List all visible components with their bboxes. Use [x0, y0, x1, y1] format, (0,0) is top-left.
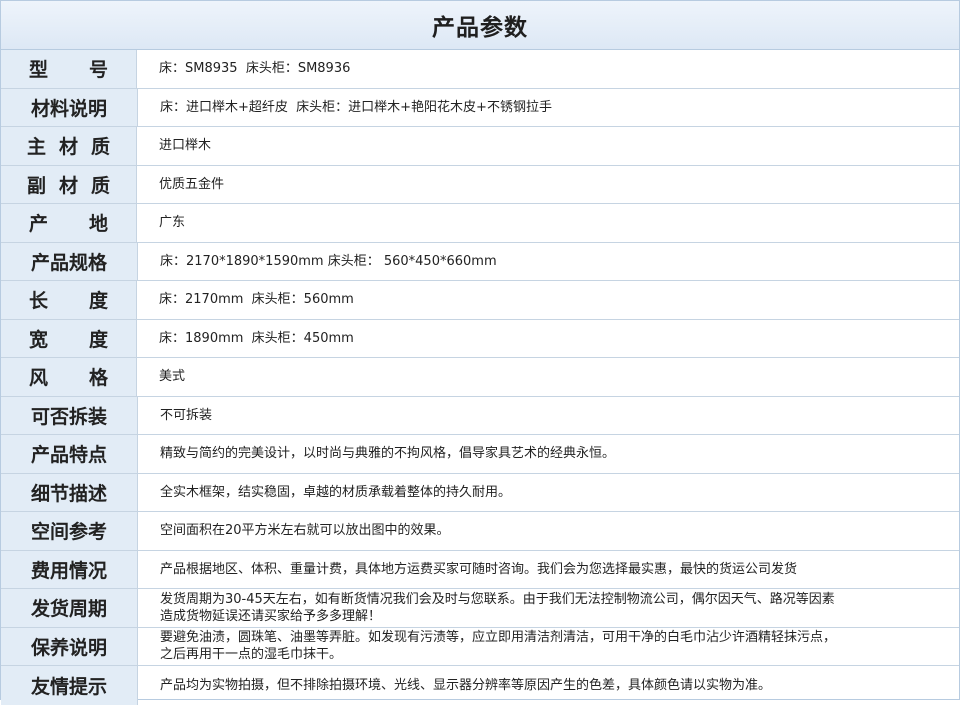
row-value: 床：进口榉木+超纤皮 床头柜：进口榉木+艳阳花木皮+不锈钢拉手	[160, 99, 552, 115]
table-row: 材料说明 床：进口榉木+超纤皮 床头柜：进口榉木+艳阳花木皮+不锈钢拉手	[1, 88, 959, 127]
table-row: 宽度床：1890mm 床头柜：450mm	[1, 319, 959, 358]
row-value: 不可拆装	[160, 407, 213, 423]
row-label-char: 材	[58, 136, 78, 159]
row-label: 型号	[1, 50, 137, 88]
table-row: 空间参考 空间面积在20平方米左右就可以放出图中的效果。	[1, 512, 959, 551]
row-label: 费用情况	[1, 550, 138, 588]
parameters-rows: 型号床：SM8935 床头柜：SM8936 材料说明 床：进口榉木+超纤皮 床头柜：…	[1, 50, 959, 705]
row-label-char: 格	[88, 367, 108, 390]
row-label: 产地	[1, 204, 137, 242]
row-value: 床：SM8935 床头柜：SM8936	[159, 61, 351, 77]
row-label-char: 宽	[29, 328, 49, 351]
table-row: 发货周期 发货周期为30-45天左右，如有断货情况我们会及时与您联系。由于我们无法…	[1, 589, 959, 628]
table-row: 产品规格 床：2170*1890*1590mm 床头柜： 560*450*660m…	[1, 242, 959, 281]
row-label-char: 度	[88, 328, 108, 351]
table-row: 友情提示 产品均为实物拍摄，但不排除拍摄环境、光线、显示器分辨率等原因产生的色差，…	[1, 666, 959, 705]
row-label: 友情提示	[1, 666, 138, 705]
row-value: 产品根据地区、体积、重量计费，具体地方运费买家可随时咨询。我们会为您选择最实惠，…	[160, 561, 798, 577]
row-label: 宽度	[1, 319, 137, 357]
row-value: 床：1890mm 床头柜：450mm	[159, 330, 354, 346]
row-label: 空间参考	[1, 512, 138, 550]
row-label: 可否拆装	[1, 396, 138, 434]
row-label: 副材质	[1, 165, 137, 203]
table-title: 产品参数	[1, 1, 959, 50]
table-row: 费用情况 产品根据地区、体积、重量计费，具体地方运费买家可随时咨询。我们会为您选择…	[1, 550, 959, 589]
row-label-char: 号	[88, 59, 108, 82]
row-value: 床：2170mm 床头柜：560mm	[159, 292, 354, 308]
row-label-char: 型	[29, 59, 49, 82]
table-row: 细节描述 全实木框架，结实稳固，卓越的材质承载着整体的持久耐用。	[1, 473, 959, 512]
table-row: 主材质 进口榉木	[1, 127, 959, 166]
row-label: 材料说明	[1, 88, 138, 126]
table-row: 副材质 优质五金件	[1, 165, 959, 204]
table-row: 可否拆装 不可拆装	[1, 396, 959, 435]
row-label: 主材质	[1, 127, 137, 165]
row-label: 发货周期	[1, 589, 138, 627]
row-label-char: 风	[29, 367, 49, 390]
row-label-char: 度	[88, 290, 108, 313]
product-parameters-table: 产品参数 型号床：SM8935 床头柜：SM8936 材料说明 床：进口榉木+超纤皮…	[0, 0, 960, 705]
row-value: 床：2170*1890*1590mm 床头柜： 560*450*660mm	[160, 253, 497, 269]
table-row: 长度床：2170mm 床头柜：560mm	[1, 281, 959, 320]
row-label-char: 质	[90, 136, 110, 159]
row-value: 发货周期为30-45天左右，如有断货情况我们会及时与您联系。由于我们无法控制物流…	[160, 591, 835, 624]
row-label-char: 长	[29, 290, 49, 313]
row-value: 精致与简约的完美设计，以时尚与典雅的不拘风格，倡导家具艺术的经典永恒。	[160, 446, 616, 462]
row-value: 要避免油渍，圆珠笔、油墨等弄脏。如发现有污渍等，应立即用清洁剂清洁，可用干净的白…	[160, 630, 837, 663]
row-value: 广东	[159, 215, 186, 231]
row-label-char: 产	[29, 213, 49, 236]
row-label-char: 材	[58, 174, 78, 197]
row-label: 细节描述	[1, 473, 138, 511]
row-label-char: 主	[27, 136, 47, 159]
row-value: 进口榉木	[159, 138, 212, 154]
row-label-char: 质	[90, 174, 110, 197]
row-label: 长度	[1, 281, 137, 319]
row-value: 优质五金件	[159, 176, 225, 192]
row-label: 产品规格	[1, 242, 138, 280]
row-label: 保养说明	[1, 627, 138, 665]
table-row: 产品特点 精致与简约的完美设计，以时尚与典雅的不拘风格，倡导家具艺术的经典永恒。	[1, 435, 959, 474]
table-row: 保养说明 要避免油渍，圆珠笔、油墨等弄脏。如发现有污渍等，应立即用清洁剂清洁，可用…	[1, 627, 959, 666]
table-row: 型号床：SM8935 床头柜：SM8936	[1, 50, 959, 89]
row-label: 产品特点	[1, 435, 138, 473]
row-label: 风格	[1, 358, 137, 396]
row-value: 产品均为实物拍摄，但不排除拍摄环境、光线、显示器分辨率等原因产生的色差，具体颜色…	[160, 677, 772, 693]
row-label-char: 副	[27, 174, 47, 197]
table-row: 产地广东	[1, 204, 959, 243]
row-label-char: 地	[88, 213, 108, 236]
row-value: 美式	[159, 369, 186, 385]
row-value: 空间面积在20平方米左右就可以放出图中的效果。	[160, 523, 450, 539]
table-row: 风格美式	[1, 358, 959, 397]
row-value: 全实木框架，结实稳固，卓越的材质承载着整体的持久耐用。	[160, 484, 512, 500]
